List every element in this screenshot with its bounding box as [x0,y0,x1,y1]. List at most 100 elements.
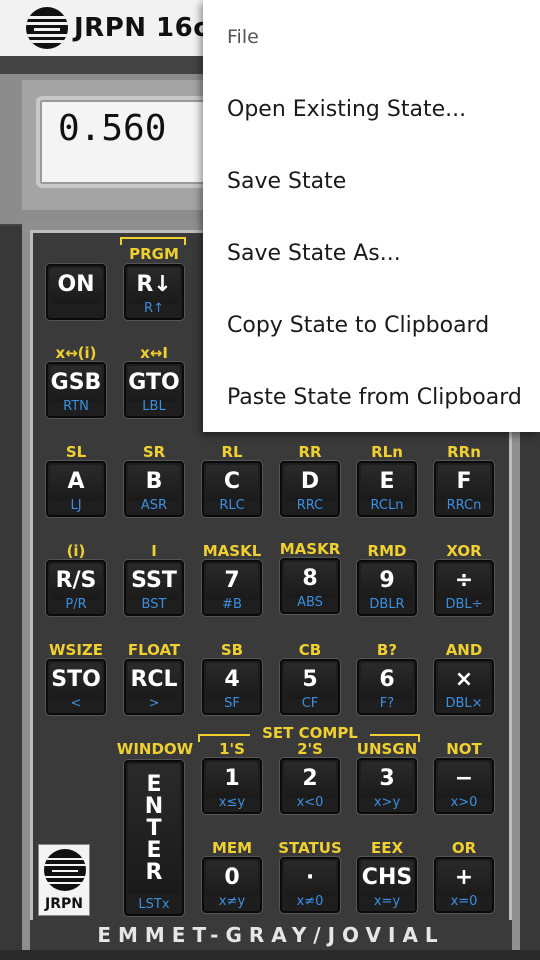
decimal-point-key[interactable]: · x≠0 [280,857,340,913]
jrpn-logo-icon [44,849,86,891]
label-float: FLOAT [127,641,181,659]
divide-key[interactable]: ÷ DBL÷ [434,560,494,616]
label-and: AND [445,641,483,659]
menu-item-copy-state[interactable]: Copy State to Clipboard [203,289,540,361]
key-sublabel: DBLR [369,597,405,612]
key-label: R/S [55,568,97,593]
menu-item-open-existing-state[interactable]: Open Existing State... [203,73,540,145]
run-stop-key[interactable]: R/S P/R [46,560,106,616]
eight-key[interactable]: 8 ABS [280,558,340,614]
label-maskr: MASKR [279,540,341,558]
two-key[interactable]: 2 x<0 [280,758,340,814]
label-ones-complement: 1'S [219,740,245,758]
key-label: 5 [302,667,318,692]
zero-key[interactable]: 0 x≠y [202,857,262,913]
key-label: ON [57,272,95,297]
label-rr: RR [298,443,322,461]
seven-key[interactable]: 7 #B [202,560,262,616]
label-sb: SB [220,641,244,659]
key-sublabel: x>0 [450,795,478,810]
rcl-key[interactable]: RCL > [124,659,184,715]
prgm-bracket [120,237,186,245]
menu-item-paste-state[interactable]: Paste State from Clipboard [203,361,540,433]
key-label: 1 [224,766,240,791]
key-sublabel: R↑ [144,301,164,316]
key-sublabel: RLC [219,498,245,513]
five-key[interactable]: 5 CF [280,659,340,715]
gsb-key[interactable]: GSB RTN [46,362,106,418]
key-label: STO [51,667,101,692]
label-window: WINDOW [116,740,194,758]
f-key[interactable]: F RRCn [434,461,494,517]
label-rl: RL [221,443,243,461]
multiply-key[interactable]: × DBL× [434,659,494,715]
label-b-query: B? [376,641,398,659]
roll-down-key[interactable]: R↓ R↑ [124,264,184,320]
label-wsize: WSIZE [48,641,104,659]
chs-key[interactable]: CHS x=y [357,857,417,913]
key-label: B [145,469,163,494]
label-sr: SR [142,443,166,461]
key-sublabel: x=y [373,894,401,909]
e-key[interactable]: E RCLn [357,461,417,517]
sto-key[interactable]: STO < [46,659,106,715]
key-sublabel: > [148,696,160,711]
label-sl: SL [65,443,87,461]
c-key[interactable]: C RLC [202,461,262,517]
label-prgm: PRGM [129,245,179,263]
label-rrn: RRn [447,443,481,461]
key-sublabel: SF [224,696,240,711]
key-label: 4 [224,667,240,692]
key-sublabel: x>y [373,795,401,810]
key-sublabel: BST [141,597,167,612]
key-sublabel: x≠y [218,894,246,909]
three-key[interactable]: 3 x>y [357,758,417,814]
one-key[interactable]: 1 x≤y [202,758,262,814]
key-label: C [223,469,241,494]
d-key[interactable]: D RRC [280,461,340,517]
menu-item-save-state[interactable]: Save State [203,145,540,217]
sst-key[interactable]: SST BST [124,560,184,616]
calculator-app: JRPN 16c 0.560 PRGM ON R↓ R↑ x↔(i) x↔I GS… [0,0,540,960]
enter-key-sublabel: LSTx [138,897,170,912]
enter-key[interactable]: ENTER LSTx [124,760,184,916]
label-maskl: MASKL [202,542,262,560]
enter-key-label: ENTER [144,772,164,885]
key-label: × [454,667,474,692]
key-sublabel: ASR [140,498,168,513]
key-label: SST [131,568,177,593]
a-key[interactable]: A LJ [46,461,106,517]
app-title: JRPN 16c [74,13,210,43]
on-key[interactable]: ON [46,264,106,320]
key-sublabel: RCLn [370,498,404,513]
b-key[interactable]: B ASR [124,461,184,517]
key-sublabel: < [70,696,82,711]
label-i-paren: (i) [66,542,86,560]
key-label: GSB [50,370,102,395]
menu-item-save-state-as[interactable]: Save State As... [203,217,540,289]
gto-key[interactable]: GTO LBL [124,362,184,418]
label-unsigned: UNSGN [356,740,418,758]
label-x-swap-i: x↔I [140,344,168,362]
add-key[interactable]: + x=0 [434,857,494,913]
key-sublabel: LBL [142,399,166,414]
bottom-edge [0,950,540,960]
key-sublabel: RRCn [446,498,482,513]
key-sublabel: x≠0 [296,894,324,909]
key-sublabel: #B [222,597,242,612]
four-key[interactable]: 4 SF [202,659,262,715]
key-sublabel: x=0 [450,894,478,909]
jrpn-badge: JRPN [38,844,90,916]
key-label: 0 [224,865,240,890]
key-sublabel: x<0 [296,795,324,810]
key-label: + [454,865,474,890]
six-key[interactable]: 6 F? [357,659,417,715]
key-sublabel: DBL× [445,696,483,711]
key-sublabel: ABS [297,595,323,610]
label-xor: XOR [446,542,482,560]
jrpn-badge-text: JRPN [45,896,83,912]
key-label: CHS [361,865,413,890]
nine-key[interactable]: 9 DBLR [357,560,417,616]
subtract-key[interactable]: − x>0 [434,758,494,814]
key-label: 6 [379,667,395,692]
